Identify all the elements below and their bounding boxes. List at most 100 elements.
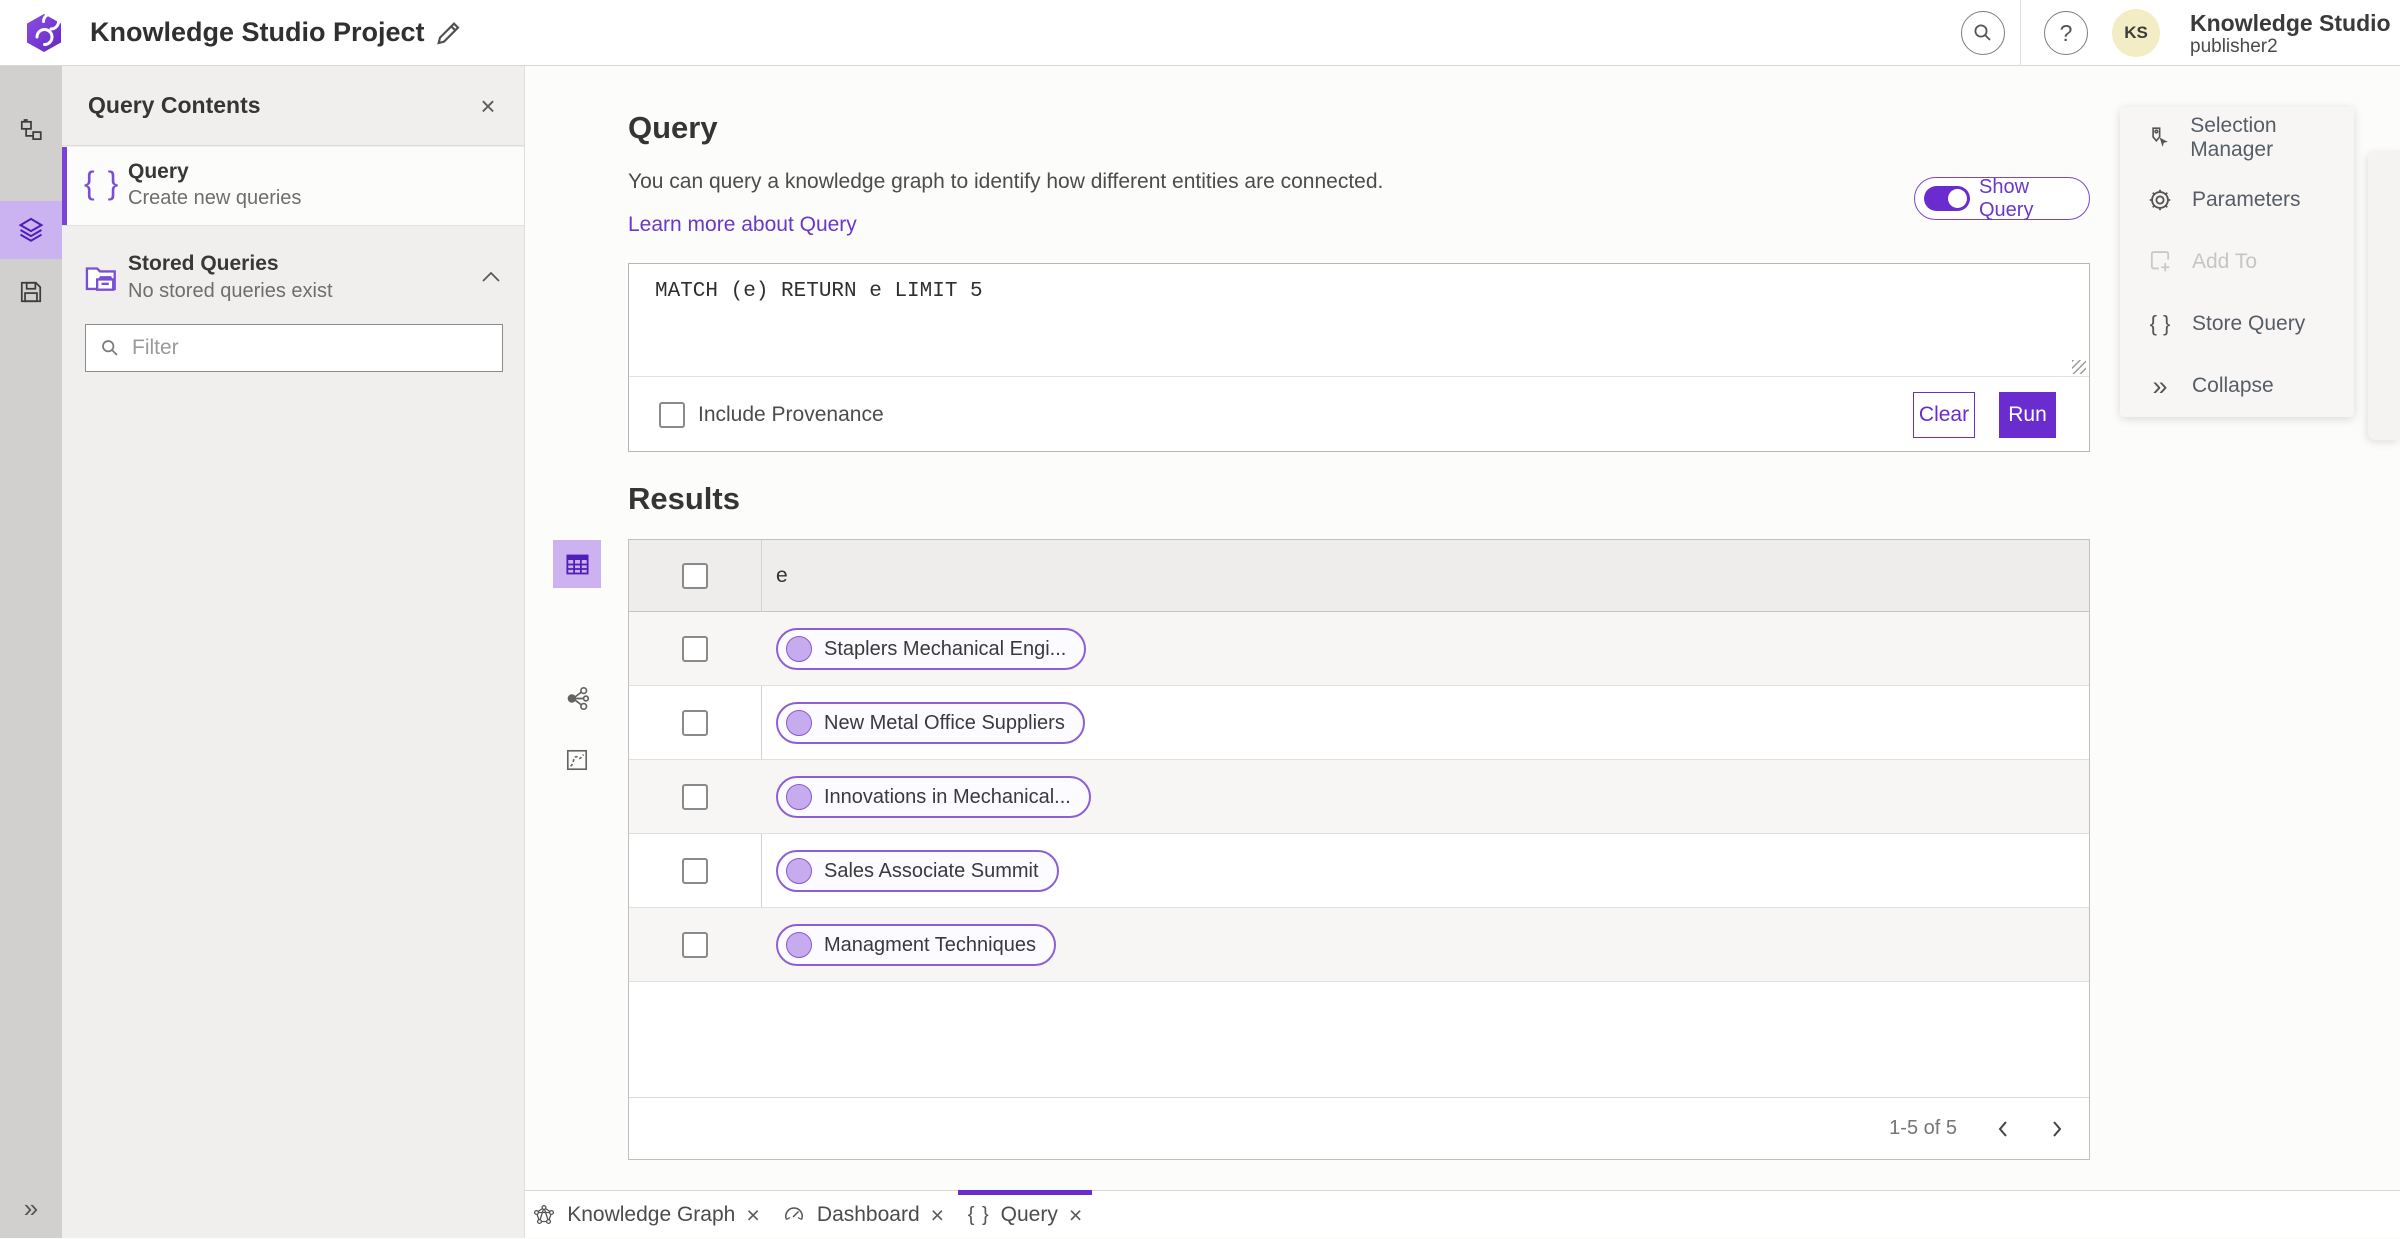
expand-rail-button[interactable]: » xyxy=(0,1186,62,1230)
menu-item-selection-manager[interactable]: Selection Manager xyxy=(2120,107,2354,169)
entity-pill[interactable]: Managment Techniques xyxy=(776,924,1056,966)
entity-dot-icon xyxy=(786,710,812,736)
menu-item-store-query[interactable]: { } Store Query xyxy=(2120,293,2354,355)
row-checkbox[interactable] xyxy=(682,784,708,810)
table-icon xyxy=(565,554,589,574)
close-tab-icon[interactable]: × xyxy=(1069,1202,1082,1229)
entity-pill[interactable]: New Metal Office Suppliers xyxy=(776,702,1085,744)
panel-header: Query Contents × xyxy=(62,66,524,146)
show-query-toggle[interactable]: Show Query xyxy=(1914,175,2090,221)
table-row[interactable]: New Metal Office Suppliers xyxy=(629,686,2089,760)
toggle-track[interactable] xyxy=(1924,186,1970,211)
search-button[interactable] xyxy=(1961,11,2005,55)
include-provenance-checkbox[interactable] xyxy=(659,401,685,428)
avatar[interactable]: KS xyxy=(2112,9,2160,57)
layers-icon xyxy=(18,217,44,242)
account-menu[interactable]: Knowledge Studio publisher2 xyxy=(2190,10,2391,58)
braces-icon: { } xyxy=(84,165,121,201)
clear-button[interactable]: Clear xyxy=(1913,391,1975,438)
knowledge-graph-icon xyxy=(534,1204,555,1225)
selection-manager-icon xyxy=(2152,127,2168,147)
entity-dot-icon xyxy=(786,858,812,884)
panel-item-subtitle: Create new queries xyxy=(128,187,302,209)
help-button[interactable]: ? xyxy=(2044,11,2088,55)
query-description: You can query a knowledge graph to ident… xyxy=(628,170,1384,193)
edit-title-pencil-icon[interactable] xyxy=(432,17,464,49)
help-icon: ? xyxy=(2059,19,2073,46)
table-row[interactable]: Managment Techniques xyxy=(629,908,2089,982)
results-table: e Staplers Mechanical Engi... New Metal … xyxy=(628,539,2090,1160)
dashboard-gauge-icon xyxy=(785,1207,803,1221)
braces-icon: { } xyxy=(967,1203,990,1226)
close-tab-icon[interactable]: × xyxy=(931,1202,944,1229)
entity-dot-icon xyxy=(786,636,812,662)
close-icon: × xyxy=(480,90,496,121)
left-icon-rail: » xyxy=(0,66,62,1238)
filter-search-icon xyxy=(102,340,118,356)
link-chart-view-button[interactable] xyxy=(553,674,601,722)
collapsed-panel-edge[interactable] xyxy=(2368,150,2400,440)
panel-close-button[interactable]: × xyxy=(470,88,506,124)
rail-item-data-model[interactable] xyxy=(0,102,62,160)
include-provenance-label: Include Provenance xyxy=(698,402,884,426)
query-box-footer: Include Provenance Clear Run xyxy=(629,377,2089,452)
table-row[interactable]: Sales Associate Summit xyxy=(629,834,2089,908)
entity-label: New Metal Office Suppliers xyxy=(824,711,1065,734)
learn-more-link[interactable]: Learn more about Query xyxy=(628,213,857,237)
tab-dashboard[interactable]: Dashboard × xyxy=(780,1191,946,1239)
row-checkbox[interactable] xyxy=(682,932,708,958)
table-view-button[interactable] xyxy=(553,540,601,588)
table-row[interactable]: Innovations in Mechanical... xyxy=(629,760,2089,834)
map-route-icon xyxy=(566,749,588,771)
column-header-e: e xyxy=(776,564,788,587)
rail-item-save[interactable] xyxy=(0,263,62,321)
run-button[interactable]: Run xyxy=(1999,391,2056,438)
rail-item-layers[interactable] xyxy=(0,201,62,259)
panel-title: Query Contents xyxy=(88,92,261,118)
row-checkbox[interactable] xyxy=(682,636,708,662)
close-tab-icon[interactable]: × xyxy=(746,1202,759,1229)
menu-item-collapse[interactable]: » Collapse xyxy=(2120,355,2354,417)
show-query-label: Show Query xyxy=(1978,175,2034,221)
entity-pill[interactable]: Staplers Mechanical Engi... xyxy=(776,628,1087,670)
entity-dot-icon xyxy=(786,932,812,958)
filter-field xyxy=(85,324,503,372)
query-textarea[interactable]: MATCH (e) RETURN e LIMIT 5 xyxy=(629,264,2089,375)
tab-query[interactable]: { } Query × xyxy=(958,1190,1092,1239)
app-logo-icon[interactable] xyxy=(24,13,64,53)
tab-label: Dashboard xyxy=(816,1203,920,1226)
project-title: Knowledge Studio Project xyxy=(90,17,425,47)
chevron-up-icon[interactable] xyxy=(480,270,502,284)
prev-page-button[interactable] xyxy=(1985,1111,2021,1147)
entity-dot-icon xyxy=(786,784,812,810)
add-to-icon xyxy=(2150,251,2170,272)
tab-knowledge-graph[interactable]: Knowledge Graph × xyxy=(532,1191,760,1239)
table-row[interactable]: Staplers Mechanical Engi... xyxy=(629,612,2089,686)
row-checkbox[interactable] xyxy=(682,858,708,884)
query-editor-container: MATCH (e) RETURN e LIMIT 5 Include Prove… xyxy=(628,263,2090,452)
textarea-resize-handle[interactable] xyxy=(2072,360,2086,374)
org-chart-icon xyxy=(20,119,42,140)
menu-item-parameters[interactable]: Parameters xyxy=(2120,169,2354,231)
account-name: Knowledge Studio xyxy=(2190,10,2391,36)
link-chart-icon xyxy=(567,686,589,710)
entity-label: Managment Techniques xyxy=(824,933,1036,956)
filter-input[interactable] xyxy=(132,336,502,360)
row-checkbox[interactable] xyxy=(682,710,708,736)
map-view-button[interactable] xyxy=(553,736,601,784)
panel-item-query[interactable]: { } Query Create new queries xyxy=(62,147,524,226)
panel-item-stored-queries[interactable]: Stored Queries No stored queries exist xyxy=(62,238,524,330)
entity-pill[interactable]: Sales Associate Summit xyxy=(776,850,1059,892)
entity-label: Sales Associate Summit xyxy=(824,859,1039,882)
avatar-initials: KS xyxy=(2124,23,2148,42)
select-all-checkbox[interactable] xyxy=(682,563,708,589)
braces-icon: { } xyxy=(2149,311,2171,336)
menu-item-label: Selection Manager xyxy=(2190,114,2277,161)
gear-icon xyxy=(2149,189,2171,211)
top-bar: Knowledge Studio Project ? KS Knowledge … xyxy=(0,0,2400,66)
table-pagination: 1-5 of 5 xyxy=(629,1097,2089,1159)
next-page-button[interactable] xyxy=(2039,1111,2075,1147)
menu-item-add-to: Add To xyxy=(2120,231,2354,293)
entity-pill[interactable]: Innovations in Mechanical... xyxy=(776,776,1091,818)
menu-item-label: Add To xyxy=(2192,250,2257,273)
